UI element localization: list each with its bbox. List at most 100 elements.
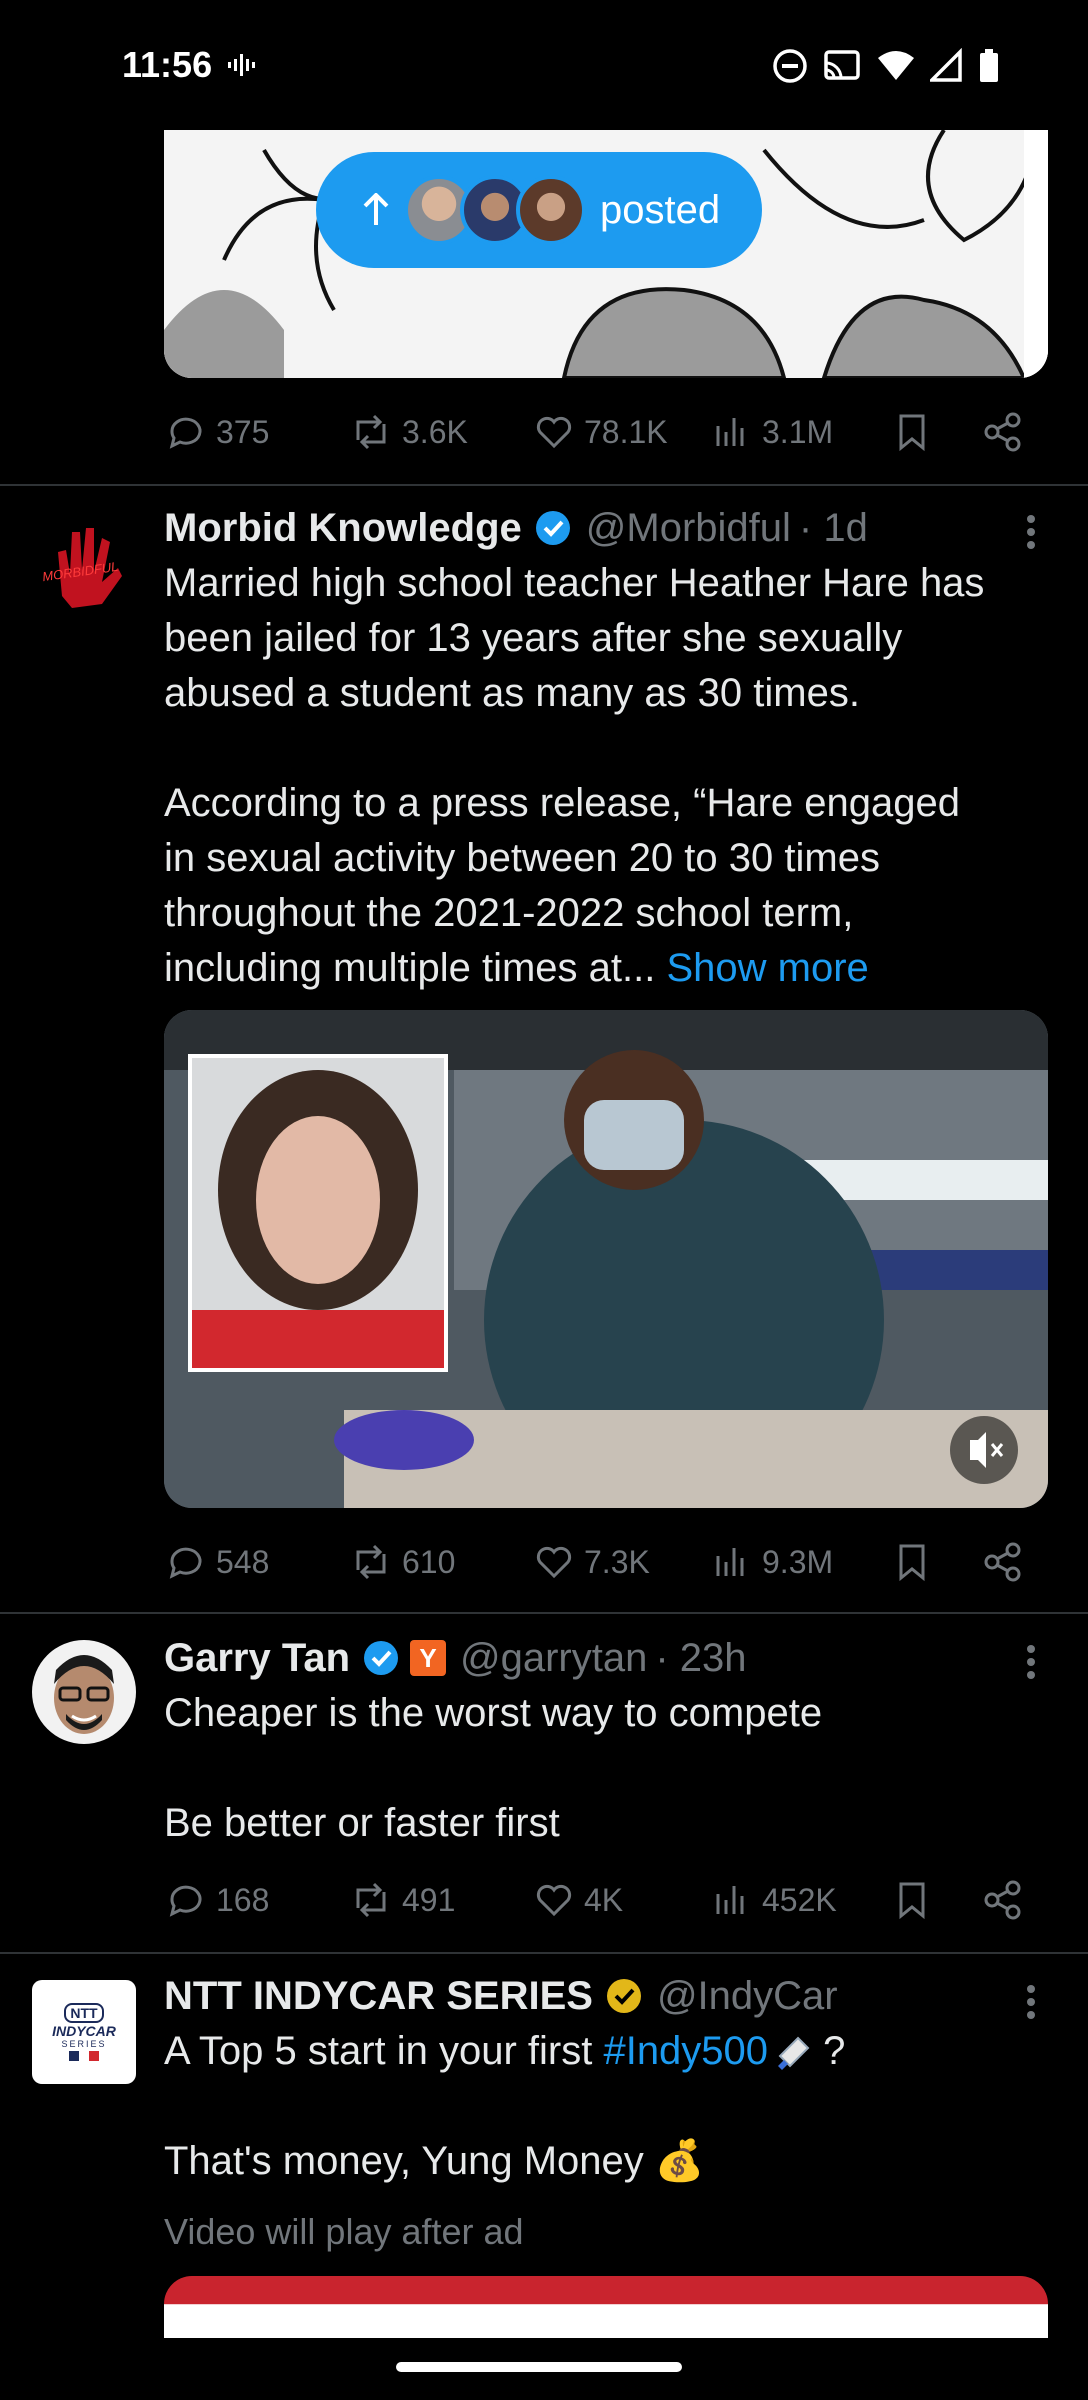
post-time: · 23h: [655, 1635, 747, 1680]
new-posts-pill[interactable]: posted: [316, 152, 762, 268]
dnd-icon: [773, 49, 807, 83]
reply-icon: [169, 417, 202, 449]
vibrate-icon: [228, 54, 255, 76]
repost-button[interactable]: 3.6K: [350, 412, 468, 452]
heart-icon: [536, 1546, 572, 1579]
arrow-up-icon: [363, 193, 389, 225]
repost-button[interactable]: 491: [350, 1880, 455, 1920]
ad-note: Video will play after ad: [164, 2211, 524, 2252]
avatar-text-ntt: NTT: [64, 2003, 104, 2023]
avatar-morbidful[interactable]: MORBIDFUL: [32, 512, 136, 616]
more-options-icon[interactable]: [1026, 514, 1036, 550]
avatar-indycar[interactable]: NTT INDYCAR SERIES: [32, 1980, 136, 2084]
battery-icon: [980, 49, 998, 82]
like-button[interactable]: 4K: [534, 1880, 623, 1920]
like-count: 4K: [584, 1881, 624, 1918]
share-icon[interactable]: [982, 1541, 1024, 1583]
signal-icon: [930, 48, 962, 82]
post-text-part: A Top 5 start in your first: [164, 2029, 604, 2073]
like-button[interactable]: 78.1K: [534, 412, 668, 452]
posted-label: posted: [600, 187, 721, 232]
reply-button[interactable]: 548: [166, 1542, 269, 1582]
avatar-text-indycar: INDYCAR: [52, 2023, 116, 2039]
repost-count: 491: [402, 1881, 456, 1918]
home-indicator[interactable]: [396, 2362, 682, 2372]
views-count: 3.1M: [762, 413, 834, 450]
bookmark-icon[interactable]: [892, 1542, 932, 1582]
views-button[interactable]: 452K: [712, 1880, 837, 1920]
video-frame: [164, 1010, 1048, 1508]
views-button[interactable]: 3.1M: [712, 412, 833, 452]
status-bar: 11:56: [0, 0, 1088, 130]
author-name[interactable]: NTT INDYCAR SERIES: [164, 1974, 593, 2019]
author-handle[interactable]: @Morbidful: [586, 506, 791, 551]
avatar-garrytan[interactable]: [32, 1640, 136, 1744]
views-count: 9.3M: [762, 1543, 834, 1580]
cast-icon: [824, 50, 860, 80]
heart-icon: [536, 416, 572, 449]
author-handle[interactable]: @IndyCar: [657, 1974, 838, 2019]
post-actions: 548 610 7.3K 9.3M: [164, 1532, 1044, 1592]
divider: [0, 1952, 1088, 1954]
posted-avatars: [404, 175, 586, 245]
like-count: 78.1K: [584, 413, 668, 450]
video-frame: [164, 2276, 1048, 2338]
post-header: Garry Tan Y @garrytan · 23h: [164, 1632, 747, 1684]
author-handle[interactable]: @garrytan: [460, 1636, 647, 1681]
reply-count: 375: [216, 413, 270, 450]
views-button[interactable]: 9.3M: [712, 1542, 833, 1582]
views-icon: [716, 418, 744, 446]
y-combinator-badge: Y: [410, 1640, 446, 1676]
more-options-icon[interactable]: [1026, 1644, 1036, 1680]
repost-icon: [356, 1882, 386, 1918]
share-icon[interactable]: [982, 411, 1024, 453]
repost-count: 3.6K: [402, 413, 468, 450]
post-text-2: That's money, Yung Money 💰: [164, 2139, 705, 2183]
author-name[interactable]: Garry Tan: [164, 1636, 350, 1681]
post-video[interactable]: [164, 1010, 1048, 1508]
reply-count: 548: [216, 1543, 270, 1580]
post-text: Married high school teacher Heather Hare…: [164, 561, 985, 715]
share-icon[interactable]: [982, 1879, 1024, 1921]
post-text-part: ?: [812, 2029, 846, 2073]
repost-icon: [356, 414, 386, 450]
gold-verified-badge-icon: [606, 1979, 641, 2013]
verified-badge-icon: [364, 1641, 398, 1675]
reply-button[interactable]: 168: [166, 1880, 269, 1920]
milk-bottle-icon: [778, 2037, 810, 2071]
post-actions: 375 3.6K 78.1K 3.1M: [164, 402, 1044, 462]
avatar: [516, 175, 586, 245]
post-header: Morbid Knowledge @Morbidful · 1d: [164, 502, 868, 554]
post-text-continued: According to a press release, “Hare enga…: [164, 776, 1044, 996]
views-count: 452K: [762, 1881, 837, 1918]
views-icon: [716, 1886, 744, 1914]
repost-icon: [356, 1544, 386, 1580]
repost-count: 610: [402, 1543, 456, 1580]
garrytan-photo: [32, 1640, 136, 1744]
more-options-icon[interactable]: [1026, 1984, 1036, 2020]
divider: [0, 484, 1088, 486]
like-button[interactable]: 7.3K: [534, 1542, 650, 1582]
hashtag-link[interactable]: #Indy500: [603, 2029, 768, 2073]
post-video[interactable]: [164, 2276, 1048, 2338]
bookmark-icon[interactable]: [892, 1880, 932, 1920]
post-actions: 168 491 4K 452K: [164, 1870, 1044, 1930]
bookmark-icon[interactable]: [892, 412, 932, 452]
repost-button[interactable]: 610: [350, 1542, 455, 1582]
post-text: Cheaper is the worst way to compete Be b…: [164, 1691, 823, 1845]
author-name[interactable]: Morbid Knowledge: [164, 506, 522, 551]
flag-mark: [69, 2051, 99, 2061]
reply-icon: [169, 1547, 202, 1579]
divider: [0, 1612, 1088, 1614]
reply-button[interactable]: 375: [166, 412, 269, 452]
heart-icon: [536, 1884, 572, 1917]
post-text: A Top 5 start in your first #Indy500 ?: [164, 2024, 1044, 2079]
wifi-icon: [878, 51, 914, 80]
show-more-link[interactable]: Show more: [666, 946, 868, 990]
like-count: 7.3K: [584, 1543, 650, 1580]
views-icon: [716, 1548, 744, 1576]
reply-icon: [169, 1885, 202, 1917]
post-header: NTT INDYCAR SERIES @IndyCar: [164, 1970, 838, 2022]
verified-badge-icon: [535, 511, 570, 545]
status-time: 11:56: [122, 44, 213, 85]
